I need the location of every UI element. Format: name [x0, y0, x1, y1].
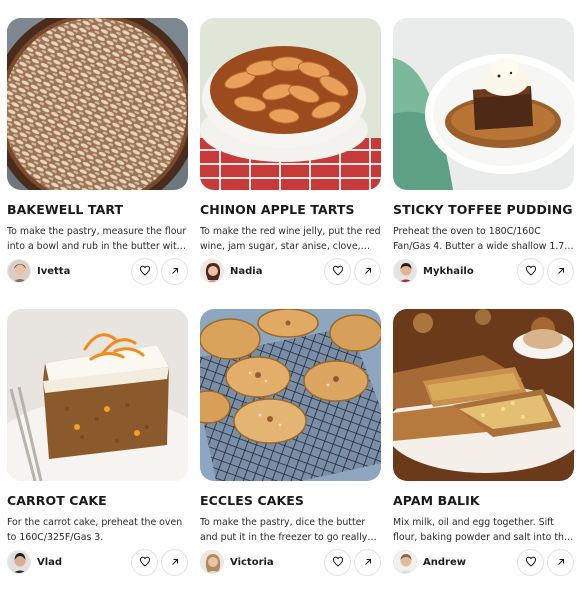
eccles-cakes-photo[interactable]	[200, 309, 381, 481]
bakewell-tart-photo[interactable]	[7, 18, 188, 190]
recipe-grid: BAKEWELL TART To make the pastry, measur…	[0, 0, 580, 590]
recipe-footer: Victoria	[200, 547, 381, 577]
arrow-up-right-icon[interactable]	[354, 257, 381, 285]
recipe-description: For the carrot cake, preheat the oven to…	[7, 517, 183, 543]
recipe-description: Preheat the oven to 180C/160C Fan/Gas 4.…	[393, 226, 568, 252]
arrow-up-right-icon[interactable]	[161, 257, 188, 285]
recipe-description: Mix milk, oil and egg together. Sift flo…	[393, 517, 570, 543]
arrow-up-right-icon[interactable]	[161, 548, 188, 576]
avatar[interactable]	[7, 259, 31, 283]
recipe-card[interactable]: BAKEWELL TART To make the pastry, measur…	[7, 18, 188, 309]
arrow-up-right-icon[interactable]	[547, 548, 574, 576]
recipe-title[interactable]: ECCLES CAKES	[200, 493, 381, 510]
avatar[interactable]	[200, 259, 224, 283]
avatar[interactable]	[393, 550, 417, 574]
recipe-footer: Vlad	[7, 547, 188, 577]
recipe-title[interactable]: APAM BALIK	[393, 493, 574, 510]
author-name[interactable]: Ivetta	[37, 266, 128, 277]
heart-icon[interactable]	[131, 548, 158, 576]
arrow-up-right-icon[interactable]	[354, 548, 381, 576]
author-name[interactable]: Nadia	[230, 266, 321, 277]
apple-tart-photo[interactable]	[200, 18, 381, 190]
recipe-description: To make the red wine jelly, put the red …	[200, 226, 381, 252]
recipe-footer: Andrew	[393, 547, 574, 577]
recipe-card[interactable]: STICKY TOFFEE PUDDING Preheat the oven t…	[393, 18, 574, 309]
recipe-title[interactable]: BAKEWELL TART	[7, 202, 188, 219]
author-name[interactable]: Mykhailo	[423, 266, 514, 277]
apam-balik-photo[interactable]	[393, 309, 574, 481]
recipe-description: To make the pastry, dice the butter and …	[200, 517, 368, 543]
recipe-description: To make the pastry, measure the flour in…	[7, 226, 187, 252]
recipe-footer: Mykhailo	[393, 256, 574, 286]
recipe-card[interactable]: ECCLES CAKES To make the pastry, dice th…	[200, 309, 381, 590]
recipe-title[interactable]: CHINON APPLE TARTS	[200, 202, 381, 219]
avatar[interactable]	[200, 550, 224, 574]
author-name[interactable]: Victoria	[230, 557, 321, 568]
heart-icon[interactable]	[131, 257, 158, 285]
arrow-up-right-icon[interactable]	[547, 257, 574, 285]
toffee-pudding-photo[interactable]	[393, 18, 574, 190]
recipe-card[interactable]: CARROT CAKE For the carrot cake, preheat…	[7, 309, 188, 590]
heart-icon[interactable]	[324, 548, 351, 576]
recipe-card[interactable]: APAM BALIK Mix milk, oil and egg togethe…	[393, 309, 574, 590]
heart-icon[interactable]	[324, 257, 351, 285]
carrot-cake-photo[interactable]	[7, 309, 188, 481]
author-name[interactable]: Vlad	[37, 557, 128, 568]
recipe-card[interactable]: CHINON APPLE TARTS To make the red wine …	[200, 18, 381, 309]
heart-icon[interactable]	[517, 548, 544, 576]
recipe-title[interactable]: CARROT CAKE	[7, 493, 188, 510]
avatar[interactable]	[393, 259, 417, 283]
recipe-footer: Ivetta	[7, 256, 188, 286]
recipe-footer: Nadia	[200, 256, 381, 286]
author-name[interactable]: Andrew	[423, 557, 514, 568]
recipe-title[interactable]: STICKY TOFFEE PUDDING	[393, 202, 574, 219]
avatar[interactable]	[7, 550, 31, 574]
heart-icon[interactable]	[517, 257, 544, 285]
